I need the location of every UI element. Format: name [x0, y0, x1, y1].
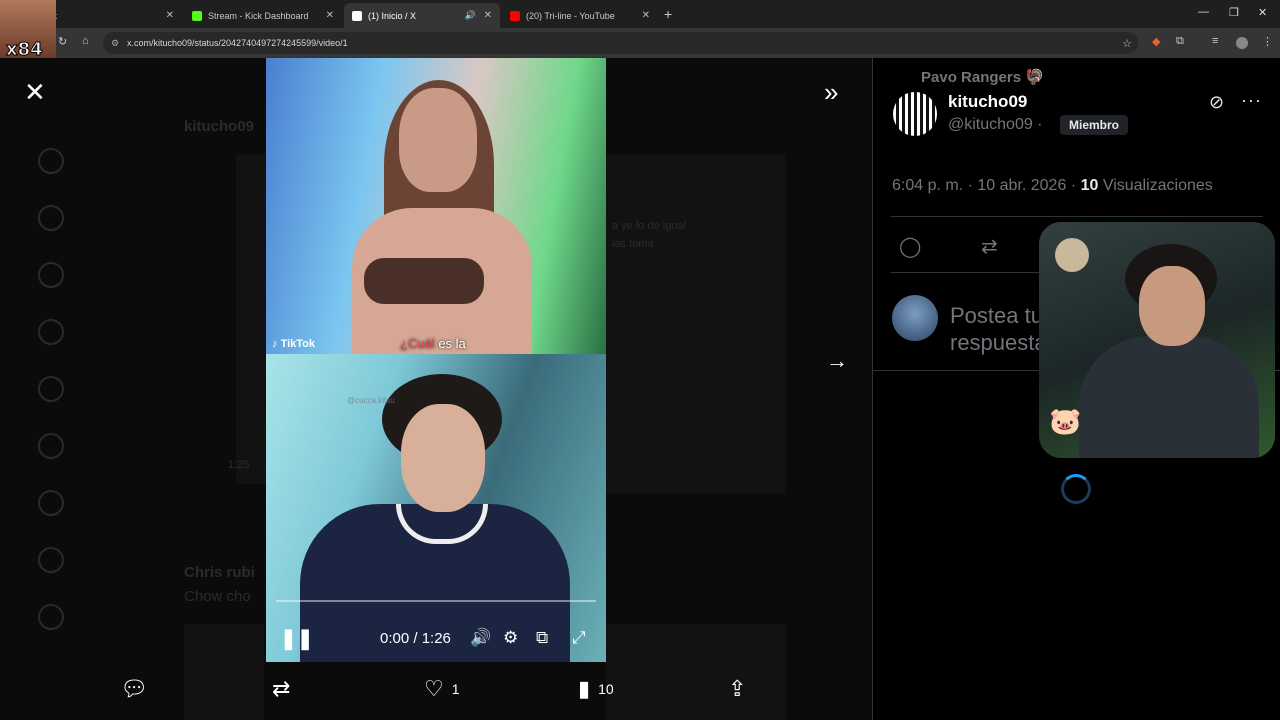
- expand-panel-icon[interactable]: »: [824, 79, 838, 105]
- close-icon[interactable]: ✕: [484, 10, 492, 21]
- tiktok-watermark: ♪ TikTok @cucca.kitsu: [272, 338, 395, 405]
- background-author: kitucho09: [184, 118, 255, 135]
- user-avatar: [892, 295, 938, 341]
- video-frame-top: [266, 58, 606, 358]
- fullscreen-icon[interactable]: ⤢: [572, 628, 586, 648]
- overlay-tag: x84: [6, 39, 44, 61]
- browser-tab-youtube[interactable]: (20) Tri-line - YouTube ✕: [502, 3, 658, 28]
- close-icon[interactable]: ✕: [642, 10, 650, 21]
- background-author: Chris rubi: [184, 564, 255, 581]
- author-avatar[interactable]: [893, 92, 937, 136]
- heart-icon: ♡: [424, 676, 444, 701]
- url-text: x.com/kitucho09/status/20427404972742455…: [127, 38, 348, 48]
- browser-tab-1[interactable]: ck ✕: [40, 3, 182, 28]
- like-button[interactable]: ♡ 1: [424, 676, 460, 702]
- views-button[interactable]: ▮ 10: [578, 676, 614, 702]
- window-close-icon[interactable]: ✕: [1258, 6, 1267, 19]
- post-meta: 6:04 p. m. · 10 abr. 2026 · 10 Visualiza…: [892, 177, 1213, 195]
- background-text: Chow cho: [184, 588, 251, 605]
- close-media-viewer-icon[interactable]: ✕: [24, 79, 46, 105]
- home-icon[interactable]: ⌂: [82, 35, 89, 47]
- site-info-icon[interactable]: ⚙: [111, 38, 119, 49]
- picture-in-picture-icon[interactable]: ⧉: [536, 628, 548, 648]
- browser-toolbar: ↻ ⌂ ⚙ x.com/kitucho09/status/20427404972…: [0, 28, 1280, 58]
- browser-tab-x[interactable]: (1) Inicio / X 🔊 ✕: [344, 3, 500, 28]
- like-count: 1: [451, 681, 460, 697]
- post-timestamp[interactable]: 6:04 p. m. · 10 abr. 2026 ·: [892, 177, 1081, 194]
- tiktok-handle: @cucca.kitsu: [347, 396, 395, 405]
- repost-icon[interactable]: ⇄: [981, 234, 998, 259]
- maximize-icon[interactable]: ❐: [1229, 6, 1239, 19]
- community-label[interactable]: Pavo Rangers 🦃: [921, 68, 1044, 86]
- video-progress-bar[interactable]: [276, 600, 596, 602]
- extensions-puzzle-icon[interactable]: ⧉: [1176, 35, 1184, 48]
- reply-input[interactable]: Postea tu respuesta: [950, 302, 1046, 356]
- pause-icon[interactable]: ❚❚: [280, 626, 314, 651]
- background-block: [606, 154, 786, 494]
- caption-text: es la: [438, 336, 466, 351]
- reply-bubble-icon[interactable]: ◯: [899, 234, 921, 259]
- address-bar[interactable]: ⚙ x.com/kitucho09/status/204274049727424…: [103, 32, 1138, 54]
- share-button[interactable]: ⇪: [728, 676, 754, 702]
- browser-menu-icon[interactable]: ⋮: [1262, 35, 1273, 48]
- x-favicon-icon: [352, 10, 362, 21]
- bookmark-star-icon[interactable]: ☆: [1122, 37, 1132, 50]
- repost-button[interactable]: ⇄: [272, 676, 298, 702]
- new-tab-plus-icon[interactable]: +: [664, 6, 672, 22]
- close-icon[interactable]: ✕: [326, 10, 334, 21]
- post-views-label: Visualizaciones: [1102, 177, 1213, 194]
- video-frame-bottom: [266, 354, 606, 662]
- speaker-icon[interactable]: 🔊: [465, 10, 476, 21]
- background-snippet: a ye lo de igual: [612, 220, 686, 232]
- kick-favicon-icon: [192, 10, 202, 21]
- post-views-number: 10: [1080, 177, 1099, 194]
- settings-gear-icon[interactable]: ⚙: [503, 628, 518, 648]
- member-badge: Miembro: [1060, 115, 1129, 135]
- tiktok-label: TikTok: [280, 338, 315, 350]
- browser-tab-kick[interactable]: Stream - Kick Dashboard ✕: [184, 3, 342, 28]
- background-block: [236, 154, 266, 484]
- background-nav-rail: [30, 148, 74, 661]
- profile-avatar[interactable]: [1236, 37, 1248, 49]
- reply-bubble-icon: 💬︎: [120, 676, 148, 701]
- video-caption: ¿Cuál es la: [400, 336, 466, 351]
- video-player[interactable]: ¿Cuál es la ♪ TikTok @cucca.kitsu ❚❚ 0:0…: [266, 58, 606, 662]
- streamer-webcam-overlay: 🐷: [1039, 222, 1275, 458]
- author-handle[interactable]: @kitucho09 ·: [948, 116, 1043, 134]
- loading-spinner-icon: [1061, 474, 1091, 504]
- streamer-corner-cam: x84: [0, 0, 56, 61]
- background-video-time: 1:25: [228, 459, 250, 471]
- tiktok-icon: ♪: [272, 338, 278, 350]
- media-action-bar: 💬︎ ⇄ ♡ 1 ▮ 10 ⇪: [0, 676, 872, 706]
- grok-icon[interactable]: ⊘: [1209, 92, 1224, 113]
- tab-title: (20) Tri-line - YouTube: [526, 10, 615, 21]
- pig-sticker-icon: 🐷: [1049, 406, 1082, 436]
- share-upload-icon: ⇪: [728, 676, 747, 701]
- tab-title: (1) Inicio / X: [368, 10, 417, 21]
- reply-button[interactable]: 💬︎: [120, 676, 156, 702]
- author-display-name[interactable]: kitucho09: [948, 92, 1027, 112]
- extension-fox-icon[interactable]: ◆: [1152, 35, 1160, 48]
- background-snippet: las toma: [612, 238, 654, 250]
- divider: [891, 216, 1263, 217]
- close-icon[interactable]: ✕: [166, 10, 174, 21]
- tab-title: Stream - Kick Dashboard: [208, 10, 309, 21]
- bar-chart-icon: ▮: [578, 676, 591, 701]
- video-time: 0:00 / 1:26: [380, 630, 451, 647]
- browser-tab-strip: ck ✕ Stream - Kick Dashboard ✕ (1) Inici…: [0, 0, 1280, 28]
- repost-icon: ⇄: [272, 676, 291, 701]
- minimize-icon[interactable]: —: [1198, 6, 1209, 18]
- more-options-icon[interactable]: ···: [1241, 90, 1262, 111]
- next-media-arrow-icon[interactable]: →: [826, 348, 848, 374]
- reload-icon[interactable]: ↻: [58, 35, 67, 48]
- media-control-icon[interactable]: ≡: [1212, 35, 1218, 47]
- views-count: 10: [598, 681, 614, 697]
- caption-highlight: ¿Cuál: [400, 336, 435, 351]
- youtube-favicon-icon: [510, 10, 520, 21]
- video-controls: ❚❚ 0:00 / 1:26 🔊 ⚙ ⧉ ⤢: [266, 624, 606, 654]
- volume-icon[interactable]: 🔊: [470, 628, 491, 648]
